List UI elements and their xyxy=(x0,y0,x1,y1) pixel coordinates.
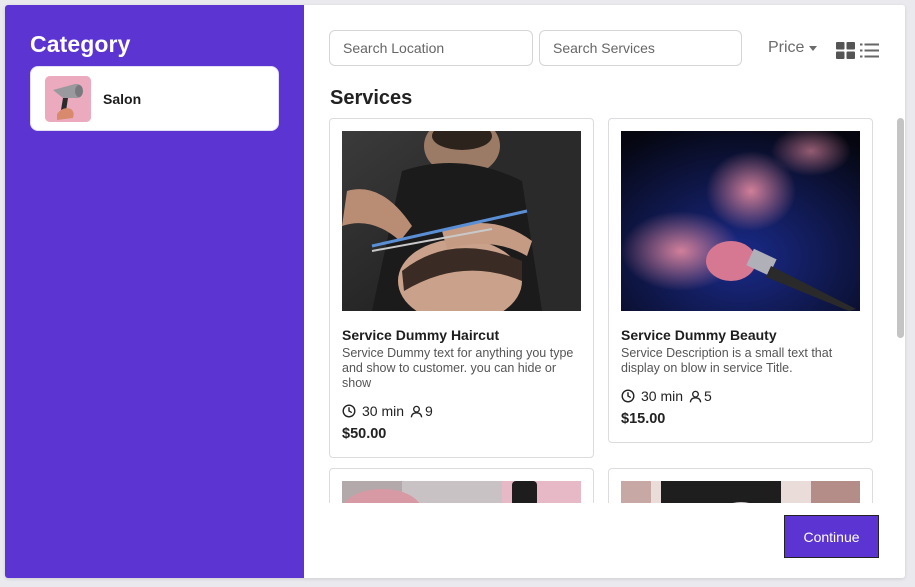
service-image-3 xyxy=(342,481,581,503)
service-duration: 30 min xyxy=(641,388,684,404)
list-view-icon[interactable] xyxy=(860,43,879,58)
service-image-haircut xyxy=(342,131,581,311)
service-card-3[interactable] xyxy=(329,468,594,503)
hair-dryer-icon xyxy=(45,75,91,122)
service-meta: 30 min 5 xyxy=(621,388,712,404)
price-dropdown-label: Price xyxy=(768,39,805,56)
price-sort-dropdown[interactable]: Price xyxy=(768,39,818,57)
grid-view-icon[interactable] xyxy=(836,42,855,59)
services-panel: Price Services xyxy=(304,5,905,578)
service-title: Service Dummy Haircut xyxy=(342,327,500,343)
scrollbar-thumb[interactable] xyxy=(897,118,904,338)
services-list[interactable]: Service Dummy Haircut Service Dummy text… xyxy=(329,118,875,503)
caret-down-icon xyxy=(809,45,818,51)
service-price: $15.00 xyxy=(621,411,666,427)
clock-icon xyxy=(342,404,356,418)
user-icon xyxy=(689,390,702,402)
sidebar-title: Category xyxy=(30,31,131,57)
service-title: Service Dummy Beauty xyxy=(621,327,777,343)
continue-button[interactable]: Continue xyxy=(784,515,879,558)
user-icon xyxy=(410,405,423,417)
service-meta: 30 min 9 xyxy=(342,403,433,419)
service-duration: 30 min xyxy=(362,403,405,419)
search-location-input[interactable] xyxy=(329,30,533,66)
search-services-input[interactable] xyxy=(539,30,742,66)
service-capacity: 5 xyxy=(704,388,712,404)
service-image-4 xyxy=(621,481,860,503)
service-capacity: 9 xyxy=(425,403,433,419)
category-label: Salon xyxy=(103,90,142,107)
service-price: $50.00 xyxy=(342,426,387,442)
service-card-beauty[interactable]: Service Dummy Beauty Service Description… xyxy=(608,118,873,443)
booking-app: Category Salon Price xyxy=(5,5,905,578)
service-description: Service Dummy text for anything you type… xyxy=(342,346,574,390)
services-heading: Services xyxy=(330,87,413,109)
service-image-beauty xyxy=(621,131,860,311)
service-description: Service Description is a small text that… xyxy=(621,346,833,375)
category-sidebar: Category Salon xyxy=(5,5,304,578)
service-card-haircut[interactable]: Service Dummy Haircut Service Dummy text… xyxy=(329,118,594,458)
category-item-salon[interactable]: Salon xyxy=(30,66,279,131)
service-card-4[interactable] xyxy=(608,468,873,503)
clock-icon xyxy=(621,389,635,403)
